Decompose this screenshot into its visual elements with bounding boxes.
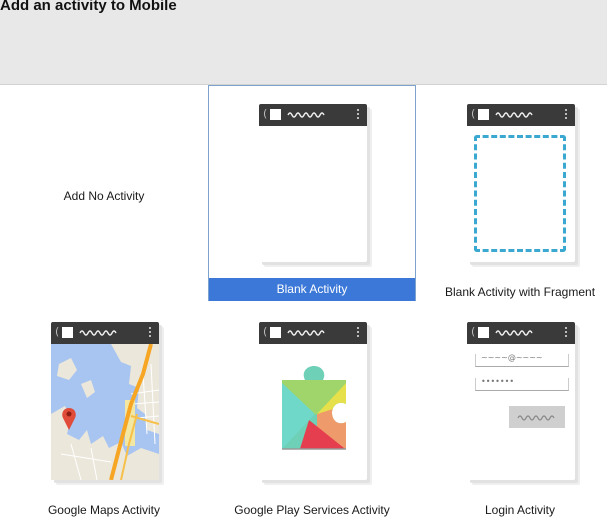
phone-action-bar: (	[467, 104, 575, 126]
bar-edge-icon: (	[471, 107, 476, 120]
activity-tile-google-maps[interactable]: ( Google Maps Activity	[0, 303, 208, 519]
phone-action-bar: (	[51, 322, 159, 344]
app-bar-icon	[270, 109, 281, 120]
phone-action-bar: (	[467, 322, 575, 344]
phone-action-bar: (	[259, 322, 367, 344]
overflow-menu-icon	[565, 109, 567, 121]
phone-preview: (	[259, 322, 367, 480]
overflow-menu-icon	[357, 327, 359, 339]
dialog-title: Add an activity to Mobile	[0, 0, 177, 14]
username-hint: ~~~~@~~~~	[481, 353, 543, 362]
bar-edge-icon: (	[263, 107, 268, 120]
password-field-preview: •••••••	[475, 377, 569, 391]
overflow-menu-icon	[357, 109, 359, 121]
password-hint: •••••••	[481, 377, 515, 386]
activity-label: Google Play Services Activity	[234, 503, 390, 517]
title-squiggle-icon	[287, 112, 325, 118]
bar-edge-icon: (	[471, 325, 476, 338]
bar-edge-icon: (	[263, 325, 268, 338]
title-squiggle-icon	[495, 330, 533, 336]
overflow-menu-icon	[565, 327, 567, 339]
phone-preview: (	[51, 322, 159, 480]
phone-preview: ( ~~~~@~~~~ •••••••	[467, 322, 575, 480]
title-squiggle-icon	[287, 330, 325, 336]
activity-tile-no-activity[interactable]: Add No Activity	[0, 85, 208, 301]
title-squiggle-icon	[79, 330, 117, 336]
activity-tile-login[interactable]: ( ~~~~@~~~~ ••••••• Login Activity	[416, 303, 607, 519]
activity-label: Add No Activity	[63, 189, 145, 203]
username-field-preview: ~~~~@~~~~	[475, 353, 569, 367]
sign-in-button-preview	[509, 406, 565, 428]
title-squiggle-icon	[495, 112, 533, 118]
map-preview-image	[51, 344, 159, 480]
app-bar-icon	[478, 109, 489, 120]
phone-preview: (	[259, 104, 367, 262]
app-bar-icon	[62, 327, 73, 338]
bar-edge-icon: (	[55, 325, 60, 338]
app-bar-icon	[478, 327, 489, 338]
activity-tile-blank-fragment[interactable]: ( Blank Activity with Fragment	[416, 85, 607, 301]
activity-label: Blank Activity	[209, 278, 415, 301]
button-squiggle-icon	[517, 415, 555, 421]
activity-label: Login Activity	[484, 503, 556, 517]
fragment-placeholder	[474, 135, 566, 252]
phone-action-bar: (	[259, 104, 367, 126]
dialog-header: Add an activity to Mobile	[0, 0, 607, 85]
activity-tile-play-services[interactable]: ( Google Play Services Activity	[208, 303, 416, 519]
activity-tile-blank[interactable]: ( Blank Activity	[208, 85, 416, 301]
app-bar-icon	[270, 327, 281, 338]
play-services-puzzle-icon	[282, 366, 346, 450]
activity-label: Blank Activity with Fragment	[444, 285, 596, 299]
overflow-menu-icon	[149, 327, 151, 339]
phone-preview: (	[467, 104, 575, 262]
activity-label: Google Maps Activity	[47, 503, 161, 517]
